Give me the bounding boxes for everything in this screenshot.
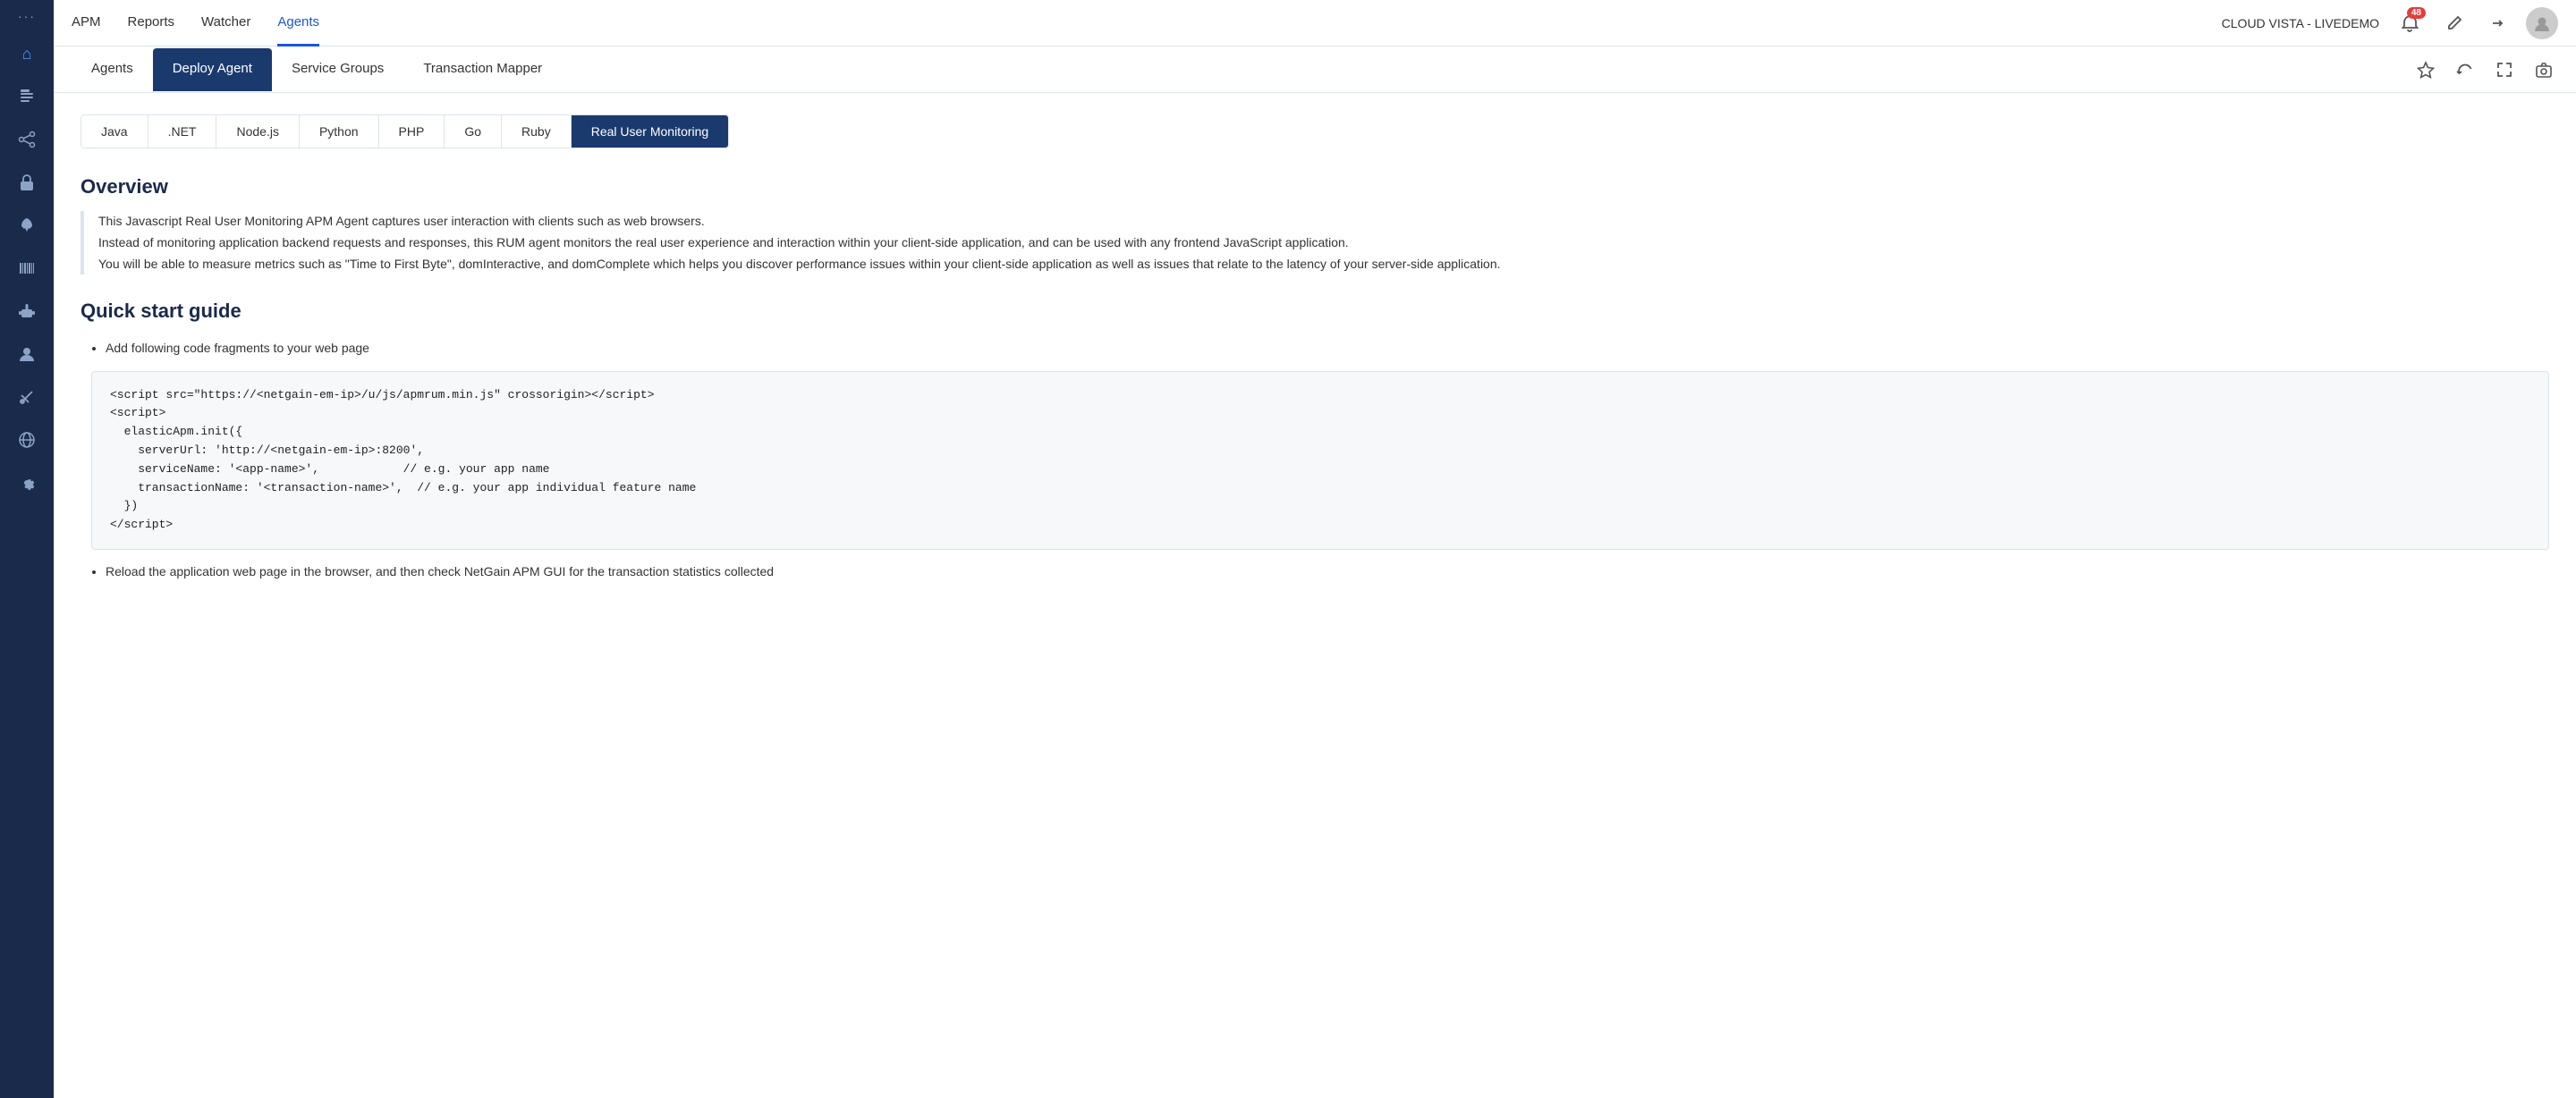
subnav-deploy-agent[interactable]: Deploy Agent [153,48,272,91]
tab-php[interactable]: PHP [379,115,445,148]
tab-nodejs[interactable]: Node.js [216,115,299,148]
main-area: APM Reports Watcher Agents CLOUD VISTA -… [54,0,2576,1098]
sidebar: ··· ⌂ [0,0,54,1098]
subnav-service-groups[interactable]: Service Groups [272,48,403,91]
tab-java[interactable]: Java [81,115,148,148]
sub-nav: Agents Deploy Agent Service Groups Trans… [54,46,2576,93]
expand-icon-btn[interactable] [2490,55,2519,84]
subnav-agents[interactable]: Agents [72,48,153,91]
sidebar-icon-tools[interactable] [9,379,45,415]
sub-nav-right [2411,55,2558,84]
nav-agents[interactable]: Agents [277,0,319,46]
sidebar-icon-user[interactable] [9,336,45,372]
tab-go[interactable]: Go [445,115,502,148]
tab-python[interactable]: Python [300,115,379,148]
quick-start-list-2: Reload the application web page in the b… [80,561,2549,583]
star-icon-btn[interactable] [2411,55,2440,84]
overview-body: This Javascript Real User Monitoring APM… [80,211,2549,274]
tab-dotnet[interactable]: .NET [148,115,217,148]
edit-icon-btn[interactable] [2440,9,2469,38]
sidebar-icon-lock[interactable] [9,165,45,200]
overview-p2: Instead of monitoring application backen… [98,235,1349,249]
content-area: Java .NET Node.js Python PHP Go Ruby Rea… [54,93,2576,1098]
notification-button[interactable]: 48 [2394,7,2426,39]
camera-icon-btn[interactable] [2529,55,2558,84]
overview-p1: This Javascript Real User Monitoring APM… [98,214,705,228]
quick-start-list: Add following code fragments to your web… [80,337,2549,359]
top-nav-links: APM Reports Watcher Agents [72,0,2222,46]
subnav-transaction-mapper[interactable]: Transaction Mapper [403,48,562,91]
sidebar-dots: ··· [18,9,36,23]
quick-start-item-1: Add following code fragments to your web… [106,337,2549,359]
code-block: <script src="https://<netgain-em-ip>/u/j… [91,371,2549,550]
sidebar-icon-document[interactable] [9,79,45,114]
sidebar-icon-barcode[interactable] [9,250,45,286]
tab-ruby[interactable]: Ruby [502,115,572,148]
nav-apm[interactable]: APM [72,0,101,46]
language-tabs: Java .NET Node.js Python PHP Go Ruby Rea… [80,114,729,148]
nav-watcher[interactable]: Watcher [201,0,250,46]
sidebar-icon-gear[interactable] [9,465,45,501]
notification-badge: 48 [2407,7,2426,19]
cloud-label: CLOUD VISTA - LIVEDEMO [2222,16,2379,30]
quick-start-title: Quick start guide [80,300,2549,323]
sidebar-icon-nodes[interactable] [9,122,45,157]
quick-start-item-2: Reload the application web page in the b… [106,561,2549,583]
sidebar-icon-home[interactable]: ⌂ [9,36,45,72]
top-nav-right: CLOUD VISTA - LIVEDEMO 48 [2222,7,2558,39]
sidebar-icon-robot[interactable] [9,293,45,329]
forward-icon-btn[interactable] [2483,9,2512,38]
overview-title: Overview [80,175,2549,198]
sidebar-icon-rocket[interactable] [9,207,45,243]
sidebar-icon-globe[interactable] [9,422,45,458]
tab-rum[interactable]: Real User Monitoring [572,115,729,148]
overview-p3: You will be able to measure metrics such… [98,257,1501,271]
top-nav: APM Reports Watcher Agents CLOUD VISTA -… [54,0,2576,46]
user-avatar[interactable] [2526,7,2558,39]
sub-nav-links: Agents Deploy Agent Service Groups Trans… [72,48,2411,91]
nav-reports[interactable]: Reports [128,0,175,46]
refresh-icon-btn[interactable] [2451,55,2479,84]
